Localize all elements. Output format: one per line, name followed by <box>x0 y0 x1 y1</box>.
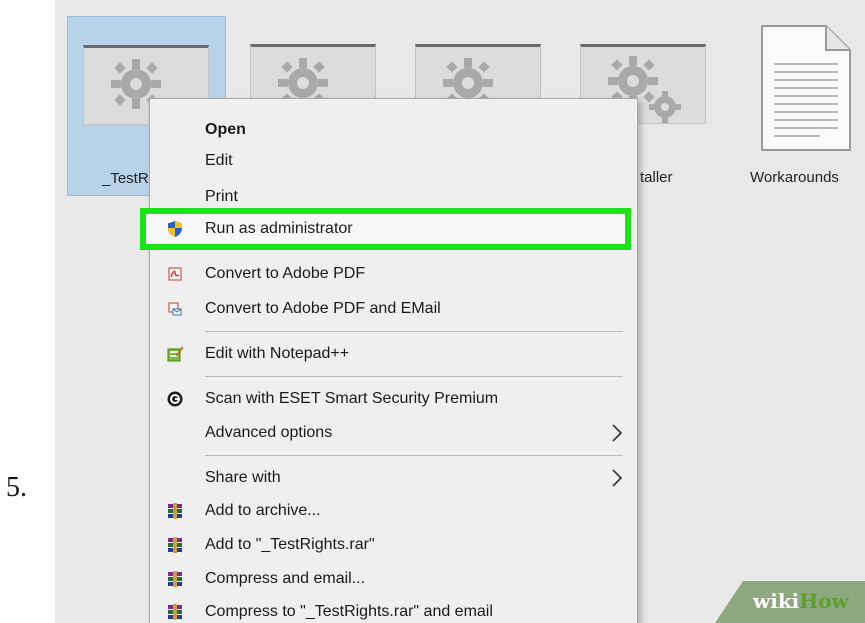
menu-item-label: Compress to "_TestRights.rar" and email <box>205 603 493 620</box>
step-number: 5. <box>6 472 27 503</box>
eset-icon <box>167 391 183 407</box>
adobe-pdf-icon <box>168 267 182 281</box>
menu-item-label: Edit <box>205 152 233 169</box>
menu-item-label: Run as administrator <box>205 220 353 237</box>
watermark-text: wikiHow <box>753 589 849 613</box>
winrar-icon <box>168 537 182 553</box>
chevron-right-icon <box>612 469 623 487</box>
menu-item-label: Open <box>205 121 246 138</box>
menu-item-edit-with-notepad-plus-plus[interactable]: Edit with Notepad++ <box>150 337 637 371</box>
text-document-icon <box>761 25 851 151</box>
file-label: taller <box>640 169 673 186</box>
desktop-screen: _TestR taller Workarounds Open Edit Prin… <box>55 0 865 623</box>
file-icon-workarounds[interactable]: Workarounds <box>730 16 865 194</box>
context-menu: Open Edit Print Run as administrator Con… <box>140 98 638 623</box>
menu-item-add-to-testrights-rar[interactable]: Add to "_TestRights.rar" <box>150 528 637 562</box>
menu-item-label: Scan with ESET Smart Security Premium <box>205 390 499 407</box>
menu-item-label: Convert to Adobe PDF and EMail <box>205 300 441 317</box>
menu-item-convert-to-adobe-pdf-email[interactable]: Convert to Adobe PDF and EMail <box>150 292 637 326</box>
menu-item-compress-to-testrights-rar-and-email[interactable]: Compress to "_TestRights.rar" and email <box>150 595 637 623</box>
winrar-icon <box>168 604 182 620</box>
menu-item-run-as-administrator[interactable]: Run as administrator <box>150 212 637 246</box>
menu-item-compress-and-email[interactable]: Compress and email... <box>150 562 637 596</box>
menu-item-label: Edit with Notepad++ <box>205 345 350 362</box>
menu-item-label: Compress and email... <box>205 570 366 587</box>
menu-item-add-to-archive[interactable]: Add to archive... <box>150 494 637 528</box>
menu-item-label: Convert to Adobe PDF <box>205 265 366 282</box>
notepad-plus-plus-icon <box>167 346 184 362</box>
menu-item-label: Add to archive... <box>205 502 321 519</box>
menu-item-scan-with-eset[interactable]: Scan with ESET Smart Security Premium <box>150 382 637 416</box>
menu-item-convert-to-adobe-pdf[interactable]: Convert to Adobe PDF <box>150 257 637 291</box>
menu-item-label: Share with <box>205 469 281 486</box>
uac-shield-icon <box>168 221 182 237</box>
menu-item-advanced-options[interactable]: Advanced options <box>150 416 637 450</box>
menu-item-share-with[interactable]: Share with <box>150 461 637 495</box>
menu-item-open[interactable]: Open <box>150 113 637 147</box>
file-label: Workarounds <box>750 169 839 186</box>
adobe-pdf-email-icon <box>168 302 182 316</box>
wikihow-watermark: wikiHow <box>715 581 865 623</box>
menu-item-edit[interactable]: Edit <box>150 144 637 178</box>
winrar-icon <box>168 503 182 519</box>
winrar-icon <box>168 571 182 587</box>
menu-item-label: Advanced options <box>205 424 333 441</box>
menu-separator <box>205 455 623 456</box>
file-label: _TestR <box>102 170 149 187</box>
menu-separator <box>205 376 623 377</box>
menu-item-label: Add to "_TestRights.rar" <box>205 536 375 553</box>
chevron-right-icon <box>612 424 623 442</box>
menu-separator <box>205 331 623 332</box>
